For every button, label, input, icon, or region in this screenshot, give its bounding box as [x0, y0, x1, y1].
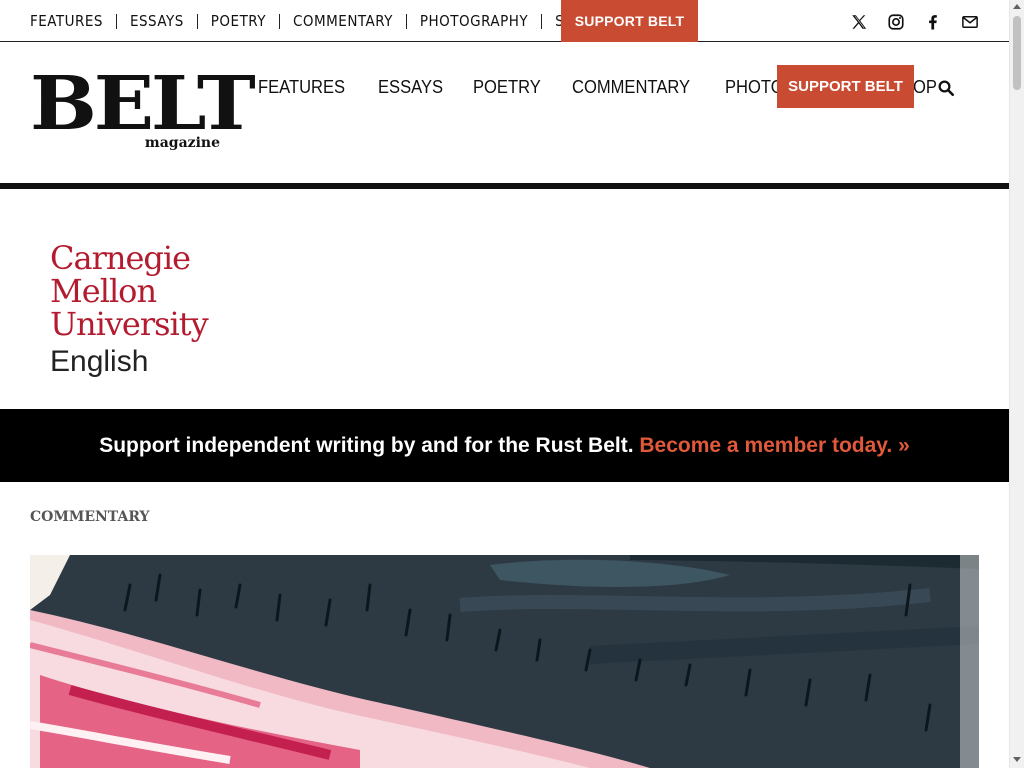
sponsor-logo[interactable]: Carnegie Mellon University English: [50, 242, 230, 387]
x-icon[interactable]: [849, 12, 869, 32]
hero-image: [30, 555, 979, 768]
top-nav-features[interactable]: FEATURES: [30, 13, 117, 29]
logo-subtitle: magazine: [144, 135, 220, 151]
banner-text: Support independent writing by and for t…: [99, 434, 910, 458]
top-bar: FEATURES ESSAYS POETRY COMMENTARY PHOTOG…: [0, 0, 1009, 42]
scroll-down-arrow-icon[interactable]: [1013, 757, 1021, 762]
top-nav-photography[interactable]: PHOTOGRAPHY: [407, 13, 543, 29]
facebook-icon[interactable]: [923, 12, 943, 32]
sponsor-line-mellon: Mellon: [50, 272, 157, 310]
belt-magazine-logo[interactable]: BELT magazine: [30, 67, 256, 153]
main-nav-poetry[interactable]: POETRY: [473, 77, 541, 98]
support-belt-button[interactable]: SUPPORT BELT: [777, 65, 914, 108]
site-header: BELT magazine FEATURES ESSAYS POETRY COM…: [0, 43, 1009, 183]
main-nav-features[interactable]: FEATURES: [258, 77, 345, 98]
support-belt-top-button[interactable]: SUPPORT BELT: [561, 0, 698, 42]
instagram-icon[interactable]: [886, 12, 906, 32]
page-scrollbar[interactable]: [1009, 0, 1024, 768]
membership-banner: Support independent writing by and for t…: [0, 409, 1009, 482]
banner-message: Support independent writing by and for t…: [99, 433, 634, 457]
top-nav-commentary[interactable]: COMMENTARY: [280, 13, 407, 29]
logo-wordmark: BELT: [30, 61, 256, 147]
article-category[interactable]: COMMENTARY: [30, 509, 150, 525]
top-nav-essays[interactable]: ESSAYS: [117, 13, 198, 29]
become-member-link[interactable]: Become a member today. »: [639, 434, 909, 457]
sponsor-line-english: English: [50, 345, 149, 378]
top-nav-poetry[interactable]: POETRY: [198, 13, 280, 29]
top-nav: FEATURES ESSAYS POETRY COMMENTARY PHOTOG…: [30, 0, 609, 42]
header-divider: [0, 183, 1009, 189]
main-nav-commentary[interactable]: COMMENTARY: [572, 77, 690, 98]
scroll-up-arrow-icon[interactable]: [1013, 4, 1021, 9]
scrollbar-thumb[interactable]: [1013, 16, 1021, 90]
page: FEATURES ESSAYS POETRY COMMENTARY PHOTOG…: [0, 0, 1009, 768]
mail-icon[interactable]: [960, 12, 980, 32]
sponsor-line-carnegie: Carnegie: [50, 239, 191, 277]
sponsor-line-university: University: [50, 305, 209, 343]
main-nav-essays[interactable]: ESSAYS: [378, 77, 443, 98]
search-icon[interactable]: [937, 79, 955, 97]
